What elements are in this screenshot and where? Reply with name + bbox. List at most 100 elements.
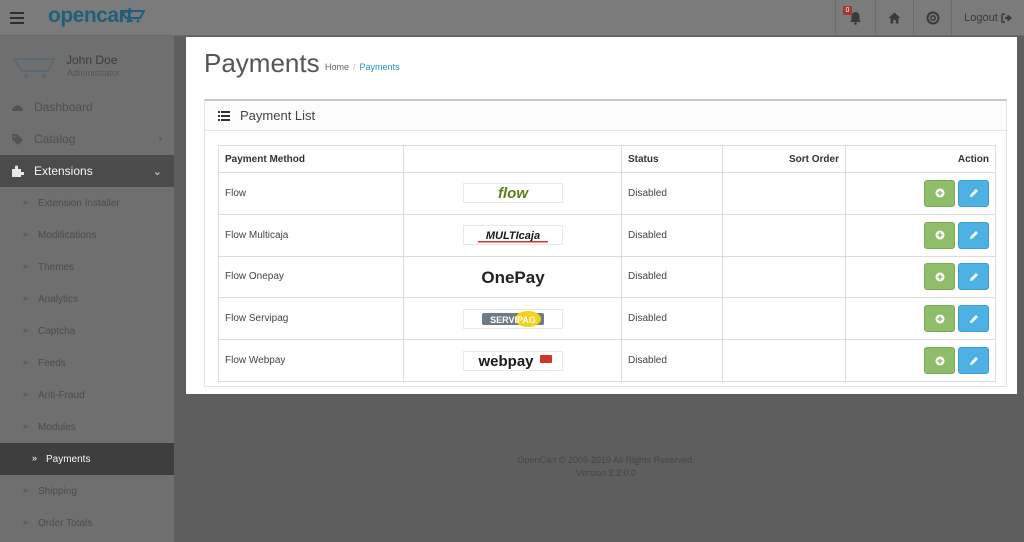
double-angle-right-icon: »	[23, 229, 28, 239]
edit-button[interactable]	[958, 263, 989, 291]
sidebar-subitem-feeds[interactable]: » Feeds	[0, 347, 174, 379]
status-value: Disabled	[621, 255, 723, 299]
sidebar-subitem-modules[interactable]: » Modules	[0, 411, 174, 443]
double-angle-right-icon: »	[23, 517, 28, 527]
svg-text:flow: flow	[498, 185, 529, 202]
svg-text:SERVIPAG: SERVIPAG	[490, 315, 536, 325]
edit-button[interactable]	[958, 305, 989, 333]
table-row: Flow Onepay OnePay Disabled	[218, 255, 996, 299]
payment-method-name: Flow Webpay	[218, 339, 404, 382]
status-value: Disabled	[621, 339, 723, 382]
flow-logo: flow	[462, 183, 563, 204]
sidebar-subitem-label: Modifications	[38, 229, 97, 241]
pencil-icon	[969, 314, 978, 323]
sidebar-subitem-label: Feeds	[38, 357, 66, 369]
servipag-logo: SERVIPAG	[462, 308, 563, 329]
help-button[interactable]	[913, 0, 951, 36]
sidebar-subitem-extension-installer[interactable]: » Extension Installer	[0, 187, 174, 219]
sidebar-subitem-label: Modules	[38, 421, 76, 433]
payment-logo-cell: webpay	[403, 339, 622, 382]
plus-circle-icon	[935, 230, 944, 240]
plus-circle-icon	[935, 314, 944, 324]
user-name: John Doe	[66, 53, 118, 67]
sign-out-icon	[1001, 13, 1012, 23]
logout-button[interactable]: Logout	[951, 0, 1024, 36]
action-cell	[845, 172, 996, 215]
install-button[interactable]	[924, 347, 955, 375]
install-button[interactable]	[924, 305, 955, 333]
sidebar-item-label: Extensions	[34, 164, 93, 178]
sort-order-value	[722, 172, 846, 215]
edit-button[interactable]	[958, 221, 989, 249]
sidebar-subitem-modifications[interactable]: » Modifications	[0, 219, 174, 251]
menu-toggle-button[interactable]	[10, 8, 30, 28]
webpay-logo: webpay	[462, 350, 563, 371]
footer-version: Version 2.2.0.0	[575, 468, 637, 478]
plus-circle-icon	[935, 272, 944, 282]
chevron-down-icon: ⌄	[152, 166, 162, 178]
sidebar-subitem-label: Shipping	[38, 485, 77, 497]
cart-logo-icon	[120, 10, 146, 23]
table-row: Flow flow Disabled	[218, 172, 996, 215]
double-angle-right-icon: »	[23, 261, 28, 271]
action-cell	[845, 339, 996, 382]
payment-table: Payment Method Status Sort Order Action …	[218, 145, 996, 382]
pencil-icon	[969, 272, 978, 281]
sidebar-subitem-captcha[interactable]: » Captcha	[0, 315, 174, 347]
sidebar-item-catalog[interactable]: Catalog ›	[0, 123, 174, 155]
install-button[interactable]	[924, 263, 955, 291]
multicaja-logo: MULTIcaja	[462, 225, 563, 246]
sort-order-value	[722, 213, 846, 257]
puzzle-icon	[12, 165, 24, 177]
install-button[interactable]	[924, 221, 955, 249]
install-button[interactable]	[924, 179, 955, 207]
sidebar-item-label: Dashboard	[34, 100, 93, 114]
logout-label: Logout	[964, 12, 998, 24]
sidebar-subitem-label: Payments	[46, 453, 91, 465]
sort-order-value	[722, 297, 846, 341]
action-cell	[845, 297, 996, 341]
sidebar-subitem-label: Extension Installer	[38, 197, 120, 209]
breadcrumb-separator: /	[353, 62, 356, 72]
life-ring-icon	[926, 11, 939, 25]
double-angle-right-icon: »	[23, 197, 28, 207]
sidebar-subitem-label: Order Totals	[38, 517, 93, 529]
payment-method-name: Flow Multicaja	[218, 213, 404, 257]
chevron-right-icon: ›	[158, 133, 162, 145]
breadcrumb-home-link[interactable]: Home	[325, 62, 349, 72]
payment-method-name: Flow	[218, 172, 404, 215]
user-avatar	[12, 58, 56, 79]
footer-copyright: OpenCart © 2009-2019 All Rights Reserved…	[517, 455, 695, 465]
sidebar-subitem-anti-fraud[interactable]: » Anti-Fraud	[0, 379, 174, 411]
store-home-button[interactable]	[875, 0, 913, 36]
column-header-status[interactable]: Status	[621, 145, 723, 173]
sidebar-subitem-order-totals[interactable]: » Order Totals	[0, 507, 174, 539]
edit-button[interactable]	[958, 347, 989, 375]
user-profile[interactable]: John Doe Administrator	[0, 36, 174, 91]
svg-text:webpay: webpay	[477, 353, 534, 370]
sidebar-subitem-label: Anti-Fraud	[38, 389, 85, 401]
column-header-action: Action	[845, 145, 996, 173]
double-angle-right-icon: »	[23, 421, 28, 431]
home-icon	[888, 12, 901, 24]
double-angle-right-icon: »	[23, 325, 28, 335]
sidebar-subitem-shipping[interactable]: » Shipping	[0, 475, 174, 507]
double-angle-right-icon: »	[32, 453, 37, 463]
tag-icon	[12, 134, 23, 145]
sidebar-item-extensions[interactable]: Extensions ⌄	[0, 155, 174, 187]
column-header-logo	[403, 145, 622, 173]
sidebar-item-dashboard[interactable]: Dashboard	[0, 91, 174, 123]
column-header-sort-order[interactable]: Sort Order	[722, 145, 846, 173]
sidebar-subitem-themes[interactable]: » Themes	[0, 251, 174, 283]
breadcrumb-payments-link[interactable]: Payments	[360, 62, 400, 72]
payment-logo-cell: OnePay	[403, 255, 622, 299]
sidebar-subitem-analytics[interactable]: » Analytics	[0, 283, 174, 315]
sidebar-item-label: Catalog	[34, 132, 76, 146]
sidebar: John Doe Administrator Dashboard Catalog…	[0, 36, 174, 542]
sidebar-subitem-payments[interactable]: » Payments	[0, 443, 174, 475]
notifications-button[interactable]: 0	[835, 0, 875, 36]
column-header-payment-method[interactable]: Payment Method	[218, 145, 404, 173]
edit-button[interactable]	[958, 179, 989, 207]
pencil-icon	[969, 189, 978, 198]
svg-text:OnePay: OnePay	[481, 268, 545, 287]
